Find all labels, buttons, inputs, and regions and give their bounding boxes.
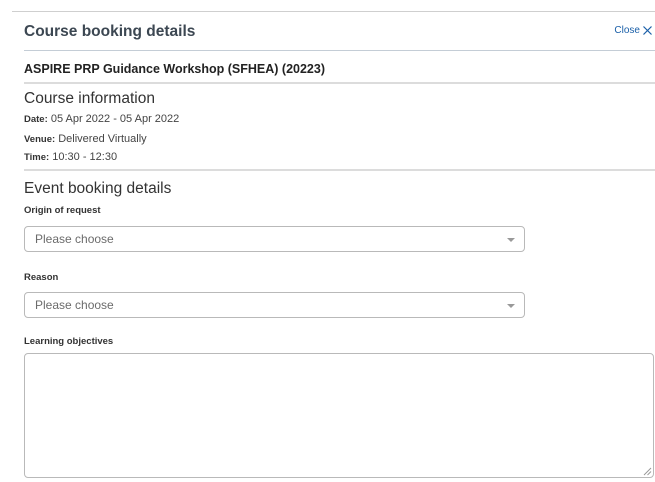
origin-of-request-select[interactable]: Please choose [24,226,525,252]
chevron-down-icon [507,238,515,242]
learning-objectives-label: Learning objectives [24,336,114,347]
learning-objectives-textarea[interactable] [24,353,654,478]
resize-handle-icon[interactable] [642,466,652,476]
date-label: Date: [24,114,48,125]
time-label: Time: [24,152,50,163]
venue-value: Delivered Virtually [58,133,147,145]
top-divider [12,11,655,12]
reason-label: Reason [24,272,59,283]
close-label: Close [614,25,640,36]
venue-label: Venue: [24,134,56,145]
modal-header: Course booking details Close [24,22,655,51]
reason-select[interactable]: Please choose [24,292,525,318]
time-value: 10:30 - 12:30 [52,151,118,163]
reason-value: Please choose [35,298,114,312]
date-value: 05 Apr 2022 - 05 Apr 2022 [50,113,180,125]
course-information-heading: Course information [24,90,155,107]
course-info-divider [24,169,655,171]
date-line: Date: 05 Apr 2022 - 05 Apr 2022 [24,113,179,125]
close-button[interactable]: Close [614,25,653,36]
origin-of-request-value: Please choose [35,232,114,246]
chevron-down-icon [507,304,515,308]
close-icon [643,26,652,35]
event-booking-heading: Event booking details [24,180,172,197]
course-divider [24,82,655,84]
modal-title: Course booking details [24,23,196,40]
origin-of-request-label: Origin of request [24,205,101,216]
venue-line: Venue: Delivered Virtually [24,133,147,145]
course-name: ASPIRE PRP Guidance Workshop (SFHEA) (20… [24,62,325,76]
time-line: Time: 10:30 - 12:30 [24,151,117,163]
